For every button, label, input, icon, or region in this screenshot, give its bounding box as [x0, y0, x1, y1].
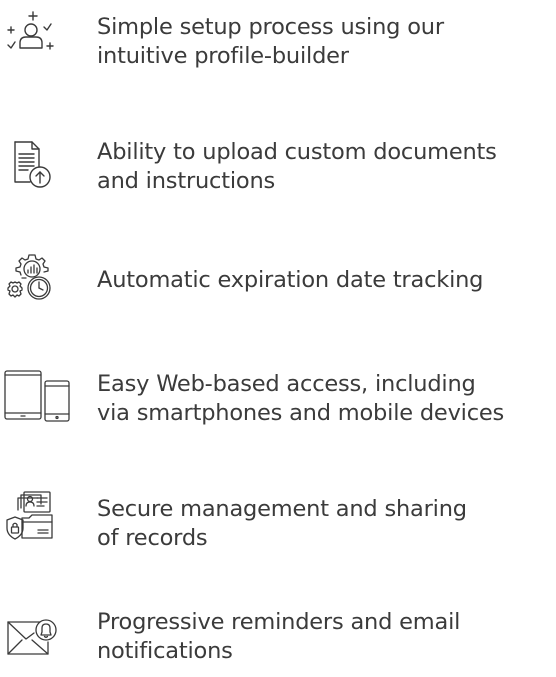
secure-records-icon: [4, 490, 56, 542]
feature-text: Automatic expiration date tracking: [97, 267, 484, 293]
feature-text: Secure management and sharing of records: [97, 496, 467, 551]
feature-text: Progressive reminders and email notifica…: [97, 609, 461, 664]
document-upload-icon: [4, 137, 56, 189]
feature-text: Simple setup process using our intuitive…: [97, 14, 444, 69]
tablet-phone-icon: [3, 370, 73, 422]
settings-clock-icon: [4, 251, 56, 303]
email-bell-icon: [4, 612, 60, 664]
feature-text: Ability to upload custom documents and i…: [97, 139, 497, 194]
user-add-icon: [4, 8, 56, 60]
feature-text: Easy Web-based access, including via sma…: [97, 371, 505, 426]
